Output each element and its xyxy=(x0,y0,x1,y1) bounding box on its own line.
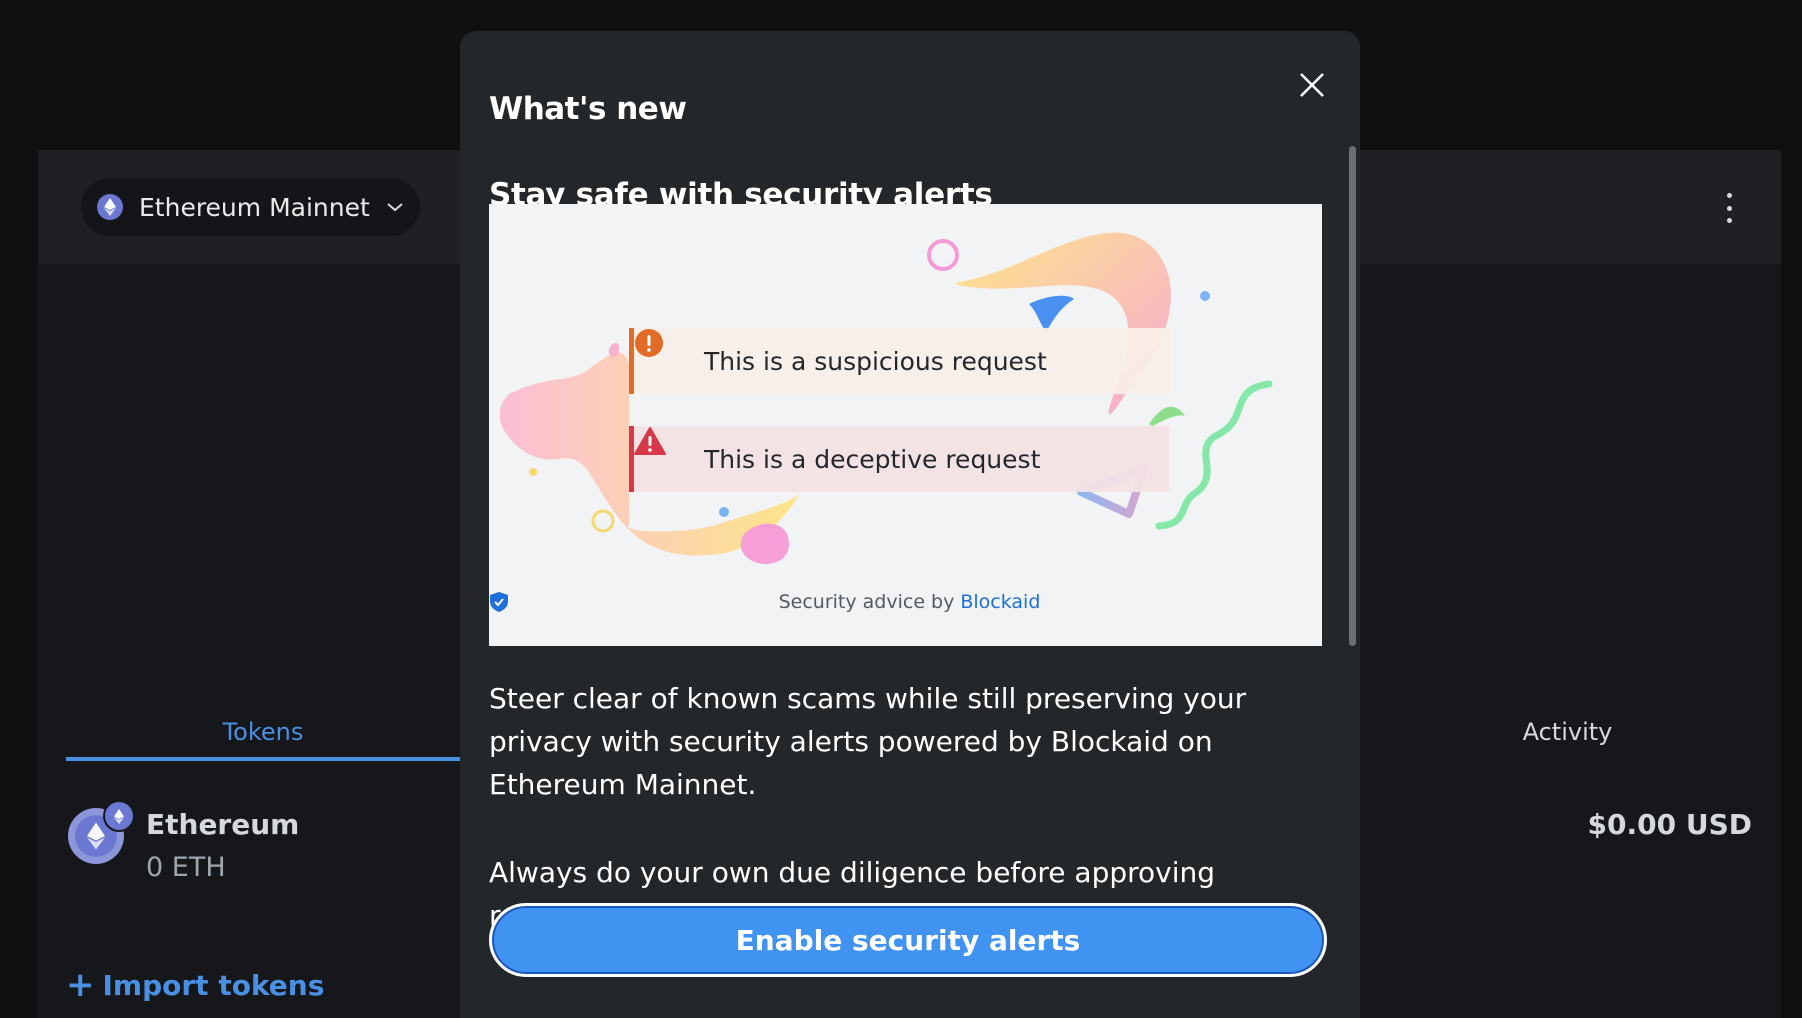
kebab-menu-icon[interactable] xyxy=(1719,193,1739,223)
whats-new-modal: What's new Stay safe with security alert… xyxy=(460,31,1360,1018)
description-text: Steer clear of known scams while still p… xyxy=(489,682,1247,801)
attribution-prefix: Security advice by xyxy=(778,591,955,613)
decorative-shapes xyxy=(499,232,1273,564)
plus-icon: + xyxy=(66,965,95,1005)
warning-triangle-icon xyxy=(634,427,688,475)
chevron-down-icon xyxy=(386,201,404,213)
token-amount: 0 ETH xyxy=(146,852,226,883)
modal-title: What's new xyxy=(489,91,687,127)
exclamation-circle-icon xyxy=(635,329,688,377)
import-tokens-label: Import tokens xyxy=(102,968,325,1002)
security-attribution: Security advice by Blockaid xyxy=(489,591,1322,613)
tab-tokens-underline xyxy=(66,757,460,761)
token-name: Ethereum xyxy=(146,808,300,841)
scrollbar-thumb[interactable] xyxy=(1349,146,1356,646)
import-tokens-link[interactable]: + Import tokens xyxy=(66,968,324,1002)
token-fiat-value: $0.00 USD xyxy=(1587,808,1752,841)
close-icon[interactable] xyxy=(1292,65,1332,105)
network-selector[interactable]: Ethereum Mainnet xyxy=(81,178,420,236)
network-badge-icon xyxy=(103,800,135,832)
tab-tokens[interactable]: Tokens xyxy=(66,704,460,760)
ethereum-icon xyxy=(97,194,123,220)
tab-activity[interactable]: Activity xyxy=(1360,704,1775,760)
suspicious-alert-card: This is a suspicious request xyxy=(629,328,1169,394)
deceptive-alert-card: This is a deceptive request xyxy=(629,426,1169,492)
suspicious-alert-text: This is a suspicious request xyxy=(704,346,1047,376)
attribution-brand-link[interactable]: Blockaid xyxy=(960,591,1040,613)
network-name: Ethereum Mainnet xyxy=(139,192,370,222)
deceptive-alert-text: This is a deceptive request xyxy=(704,444,1041,474)
enable-security-alerts-button[interactable]: Enable security alerts xyxy=(489,903,1327,977)
security-alerts-illustration: This is a suspicious request This is a d… xyxy=(489,204,1322,646)
